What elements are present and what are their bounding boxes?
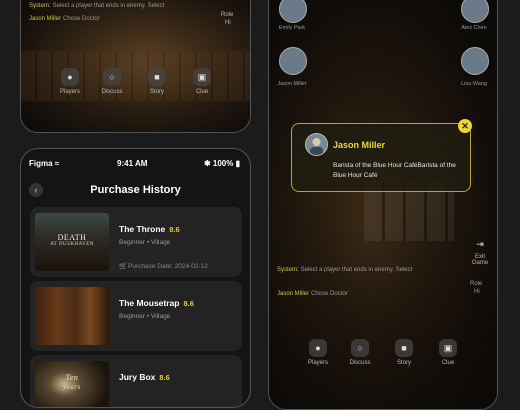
purchase-card[interactable]: The Mousetrap 8.6 Beginner • Village bbox=[30, 281, 242, 351]
game-cover-image: Ten years bbox=[35, 361, 109, 407]
player-name: Jason Miller bbox=[277, 81, 307, 87]
scene-floor bbox=[21, 51, 250, 101]
page-title: Purchase History bbox=[90, 184, 181, 196]
role-corner-label[interactable]: Role bbox=[221, 12, 233, 18]
modal-close-button[interactable]: ✕ bbox=[458, 119, 472, 133]
dock-story-button[interactable]: ■ Story bbox=[391, 339, 417, 366]
game-meta: Beginner • Village bbox=[119, 313, 171, 320]
discuss-icon: ○ bbox=[103, 68, 121, 86]
players-icon: ● bbox=[309, 339, 327, 357]
carrier-label: Figma ≈ bbox=[29, 159, 60, 168]
dock-label: Clue bbox=[441, 360, 455, 366]
cart-icon: 🛒 bbox=[119, 263, 128, 270]
role-corner-sub: Hi bbox=[474, 289, 480, 295]
game-cover-image bbox=[35, 287, 109, 345]
dock-label: Discuss bbox=[349, 360, 371, 366]
purchase-date: 🛒Purchase Date: 2024-02-12 bbox=[119, 263, 208, 270]
game-name: The Mousetrap 8.6 bbox=[119, 298, 194, 308]
player-name: Lisa Wang bbox=[461, 81, 487, 87]
modal-player-description: Barista of the Blue Hour CaféBarista of … bbox=[333, 162, 456, 179]
dock-label: Story bbox=[149, 89, 164, 95]
side-button-label: Exit Game bbox=[471, 254, 489, 266]
dock-discuss-button[interactable]: ○ Discuss bbox=[347, 339, 373, 366]
discuss-icon: ○ bbox=[351, 339, 369, 357]
rating: 8.6 bbox=[159, 373, 170, 382]
chat-sender: Jason Miller bbox=[277, 291, 310, 297]
chat-sender: System: bbox=[29, 3, 51, 9]
game-meta: Beginner • Village bbox=[119, 239, 171, 246]
purchase-history-phone: Figma ≈ 9:41 AM ✱ 100% ▮ ‹ Purchase Hist… bbox=[20, 148, 251, 408]
chat-line: Jason Miller Chose Doctor bbox=[29, 16, 100, 22]
clue-icon: ▣ bbox=[193, 68, 211, 86]
players-icon: ● bbox=[61, 68, 79, 86]
cover-title: Ten bbox=[65, 373, 79, 382]
battery-group: ✱ 100% ▮ bbox=[204, 159, 240, 168]
dock-label: Clue bbox=[195, 89, 209, 95]
cover-subtitle: AT DUSKHAVEN bbox=[50, 242, 94, 247]
status-time: 9:41 AM bbox=[117, 159, 148, 168]
modal-player-name: Jason Miller bbox=[333, 140, 386, 150]
player-name: Alex Chen bbox=[461, 25, 487, 31]
player-info-modal: Jason Miller Barista of the Blue Hour Ca… bbox=[291, 119, 472, 192]
player-name: Emily Park bbox=[278, 25, 306, 31]
story-icon: ■ bbox=[148, 68, 166, 86]
chat-sender: Jason Miller bbox=[29, 16, 62, 22]
dock-label: Story bbox=[396, 360, 411, 366]
purchase-card[interactable]: Ten years Jury Box 8.6 bbox=[30, 355, 242, 407]
game-screen-phone-top: System: Select a player that ends in enem… bbox=[20, 0, 251, 133]
dock-label: Discuss bbox=[101, 89, 123, 95]
dock-discuss-button[interactable]: ○ Discuss bbox=[99, 68, 125, 95]
dock-label: Players bbox=[59, 89, 80, 95]
role-corner-sub: Hi bbox=[225, 20, 231, 26]
cover-title: DEATH bbox=[57, 233, 87, 242]
game-screen-phone-right: Emily Park Alex Chen Jason Miller Lisa W… bbox=[268, 0, 498, 410]
game-name: The Throne 8.6 bbox=[119, 224, 180, 234]
chat-sender: System: bbox=[277, 267, 299, 273]
dock-clue-button[interactable]: ▣ Clue bbox=[189, 68, 215, 95]
close-icon: ✕ bbox=[461, 121, 469, 131]
chat-message: Select a player that ends in enemy. Sele… bbox=[52, 3, 165, 9]
dock-label: Players bbox=[307, 360, 328, 366]
bluetooth-icon: ✱ bbox=[203, 159, 211, 168]
story-icon: ■ bbox=[395, 339, 413, 357]
game-cover-image: DEATH AT DUSKHAVEN bbox=[35, 213, 109, 271]
chat-line: System: Select a player that ends in enem… bbox=[277, 267, 412, 273]
exit-icon: ⇥ bbox=[476, 238, 484, 249]
chat-message: Select a player that ends in enemy. Sele… bbox=[300, 267, 413, 273]
battery-percent: 100% bbox=[212, 159, 234, 168]
chat-line: System: Select a player that ends in enem… bbox=[29, 3, 164, 9]
player-avatar[interactable] bbox=[279, 47, 307, 75]
dock-players-button[interactable]: ● Players bbox=[305, 339, 331, 366]
chat-message: Chose Doctor bbox=[311, 291, 348, 297]
battery-icon: ▮ bbox=[235, 159, 240, 168]
wifi-icon: ≈ bbox=[54, 159, 60, 168]
chat-line: Jason Miller Chose Doctor bbox=[277, 291, 348, 297]
chat-message: Chose Doctor bbox=[63, 16, 100, 22]
modal-player-avatar bbox=[305, 133, 328, 156]
purchase-card[interactable]: DEATH AT DUSKHAVEN The Throne 8.6 Beginne… bbox=[30, 207, 242, 277]
status-bar: Figma ≈ 9:41 AM ✱ 100% ▮ bbox=[21, 159, 250, 171]
game-name: Jury Box 8.6 bbox=[119, 372, 170, 382]
person-icon bbox=[310, 138, 323, 155]
role-corner-label[interactable]: Role bbox=[470, 281, 482, 287]
rating: 8.6 bbox=[169, 225, 180, 234]
player-avatar[interactable] bbox=[461, 47, 489, 75]
dock-story-button[interactable]: ■ Story bbox=[144, 68, 170, 95]
exit-game-button[interactable]: ⇥ Exit Game bbox=[467, 237, 493, 267]
dock-players-button[interactable]: ● Players bbox=[57, 68, 83, 95]
dock-clue-button[interactable]: ▣ Clue bbox=[435, 339, 461, 366]
rating: 8.6 bbox=[183, 299, 194, 308]
clue-icon: ▣ bbox=[439, 339, 457, 357]
